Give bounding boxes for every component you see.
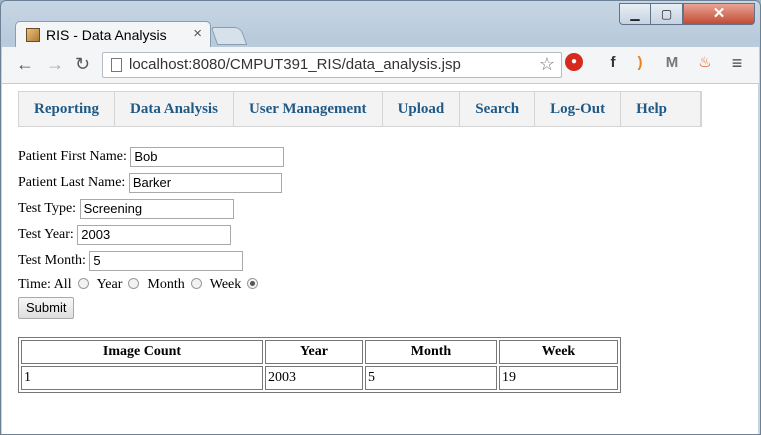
tab-close-icon[interactable]: ×: [193, 25, 202, 42]
submit-button[interactable]: Submit: [18, 297, 75, 319]
rss-icon[interactable]: ): [630, 53, 650, 73]
last-name-label: Patient Last Name:: [18, 175, 126, 190]
close-window-button[interactable]: ✕: [683, 3, 755, 25]
browser-window: ▁ ▢ ✕ RIS - Data Analysis × ← → ↻ localh…: [0, 0, 761, 435]
stop-icon[interactable]: ●: [565, 53, 583, 71]
menu-icon[interactable]: ≡: [727, 53, 747, 73]
time-option-month-label: Month: [147, 277, 185, 292]
page-icon: [111, 58, 122, 72]
test-year-label: Test Year:: [18, 227, 74, 242]
favicon-icon: [26, 28, 40, 42]
header-image-count: Image Count: [21, 340, 263, 364]
time-radio-week[interactable]: [247, 278, 259, 290]
new-tab-button[interactable]: [210, 27, 248, 45]
table-row: 1 2003 5 19: [21, 366, 618, 390]
cell-week: 19: [499, 366, 618, 390]
time-option-year-label: Year: [96, 277, 123, 292]
test-type-row: Test Type: Screening: [18, 198, 234, 220]
address-bar[interactable]: localhost:8080/CMPUT391_RIS/data_analysi…: [102, 52, 562, 78]
menu-item-log-out[interactable]: Log-Out: [535, 92, 622, 126]
time-radio-year[interactable]: [128, 278, 140, 290]
first-name-input[interactable]: Bob: [130, 147, 285, 167]
first-name-row: Patient First Name: Bob: [18, 146, 285, 168]
menu-item-data-analysis[interactable]: Data Analysis: [115, 92, 234, 126]
test-year-input[interactable]: 2003: [77, 225, 232, 245]
nav-menu: Reporting Data Analysis User Management …: [18, 91, 702, 127]
header-week: Week: [499, 340, 618, 364]
minimize-button[interactable]: ▁: [619, 3, 651, 25]
test-month-row: Test Month: 5: [18, 250, 244, 272]
browser-toolbar: ← → ↻ localhost:8080/CMPUT391_RIS/data_a…: [2, 47, 759, 84]
cell-image-count: 1: [21, 366, 263, 390]
forward-icon[interactable]: →: [46, 54, 64, 75]
cell-year: 2003: [265, 366, 363, 390]
first-name-label: Patient First Name:: [18, 149, 127, 164]
cell-month: 5: [365, 366, 497, 390]
last-name-row: Patient Last Name: Barker: [18, 172, 282, 194]
maximize-button[interactable]: ▢: [650, 3, 683, 25]
page-content: Reporting Data Analysis User Management …: [2, 84, 758, 434]
last-name-input[interactable]: Barker: [128, 173, 282, 193]
menu-item-user-management[interactable]: User Management: [234, 92, 383, 126]
bookmark-star-icon[interactable]: ☆: [539, 54, 555, 75]
time-option-all-label: All: [53, 277, 72, 292]
f2-icon[interactable]: f: [603, 53, 623, 73]
menu-item-reporting[interactable]: Reporting: [19, 92, 115, 126]
back-icon[interactable]: ←: [16, 54, 34, 75]
header-year: Year: [265, 340, 363, 364]
time-option-week-label: Week: [209, 277, 242, 292]
time-label: Time:: [18, 277, 51, 292]
header-month: Month: [365, 340, 497, 364]
gmail-icon[interactable]: M: [662, 53, 682, 73]
table-header-row: Image Count Year Month Week: [21, 340, 618, 364]
menu-item-upload[interactable]: Upload: [383, 92, 461, 126]
test-type-label: Test Type:: [18, 201, 77, 216]
reload-icon[interactable]: ↻: [75, 54, 90, 75]
test-month-input[interactable]: 5: [89, 251, 244, 271]
menu-item-search[interactable]: Search: [460, 92, 536, 126]
fire-icon[interactable]: ♨: [695, 53, 715, 73]
browser-tab[interactable]: RIS - Data Analysis ×: [15, 21, 211, 48]
time-radio-month[interactable]: [190, 278, 202, 290]
test-type-input[interactable]: Screening: [79, 199, 234, 219]
results-table: Image Count Year Month Week 1 2003 5 19: [18, 337, 621, 393]
test-year-row: Test Year: 2003: [18, 224, 232, 246]
url-text: localhost:8080/CMPUT391_RIS/data_analysi…: [129, 56, 461, 73]
time-radio-all[interactable]: [77, 278, 89, 290]
tab-title: RIS - Data Analysis: [46, 27, 167, 43]
test-month-label: Test Month:: [18, 253, 86, 268]
time-row: Time: All Year Month Week: [18, 274, 266, 296]
menu-item-help[interactable]: Help: [621, 92, 701, 126]
